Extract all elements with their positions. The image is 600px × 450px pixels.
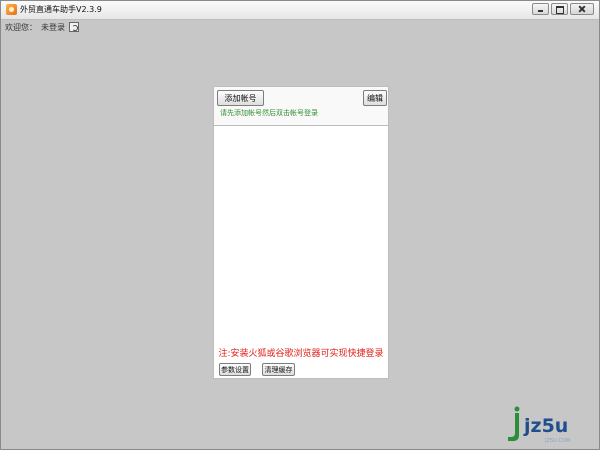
welcome-label: 欢迎您：	[5, 22, 37, 32]
minimize-button[interactable]	[532, 3, 549, 15]
login-status-text: 未登录	[41, 22, 65, 32]
account-panel-header: 添加帐号 编辑 请先添加帐号然后双击帐号登录	[214, 87, 388, 126]
maximize-button[interactable]	[551, 3, 568, 15]
maximize-icon	[552, 4, 567, 14]
window-controls	[530, 3, 594, 16]
title-bar[interactable]: 外贸直通车助手V2.3.9	[1, 1, 599, 20]
edit-button[interactable]: 编辑	[363, 90, 387, 106]
settings-button[interactable]: 参数设置	[219, 363, 251, 376]
watermark-brand-text: jz5u	[523, 415, 568, 437]
minimize-icon	[533, 4, 548, 14]
app-logo-icon	[6, 4, 17, 15]
refresh-icon[interactable]	[69, 22, 79, 32]
browser-note: 注:安装火狐或谷歌浏览器可实现快捷登录	[218, 349, 384, 359]
jz5u-logo-icon: jz5u JZ5U.COM	[508, 406, 570, 444]
watermark-url-text: JZ5U.COM	[544, 438, 570, 444]
close-icon	[571, 4, 593, 14]
login-status-row: 欢迎您： 未登录	[5, 21, 79, 33]
clear-cache-button[interactable]: 清理缓存	[262, 363, 295, 376]
account-list[interactable]	[214, 126, 388, 346]
close-button[interactable]	[570, 3, 594, 15]
watermark-logo: jz5u JZ5U.COM	[501, 405, 593, 445]
account-panel: 添加帐号 编辑 请先添加帐号然后双击帐号登录 注:安装火狐或谷歌浏览器可实现快捷…	[213, 86, 389, 379]
hint-text: 请先添加帐号然后双击帐号登录	[220, 109, 318, 117]
add-account-button[interactable]: 添加帐号	[217, 90, 264, 106]
app-window: 外贸直通车助手V2.3.9 欢迎您： 未登录 添加帐号 编辑 请先添加帐号然后双…	[0, 0, 600, 450]
window-title: 外贸直通车助手V2.3.9	[20, 5, 102, 14]
